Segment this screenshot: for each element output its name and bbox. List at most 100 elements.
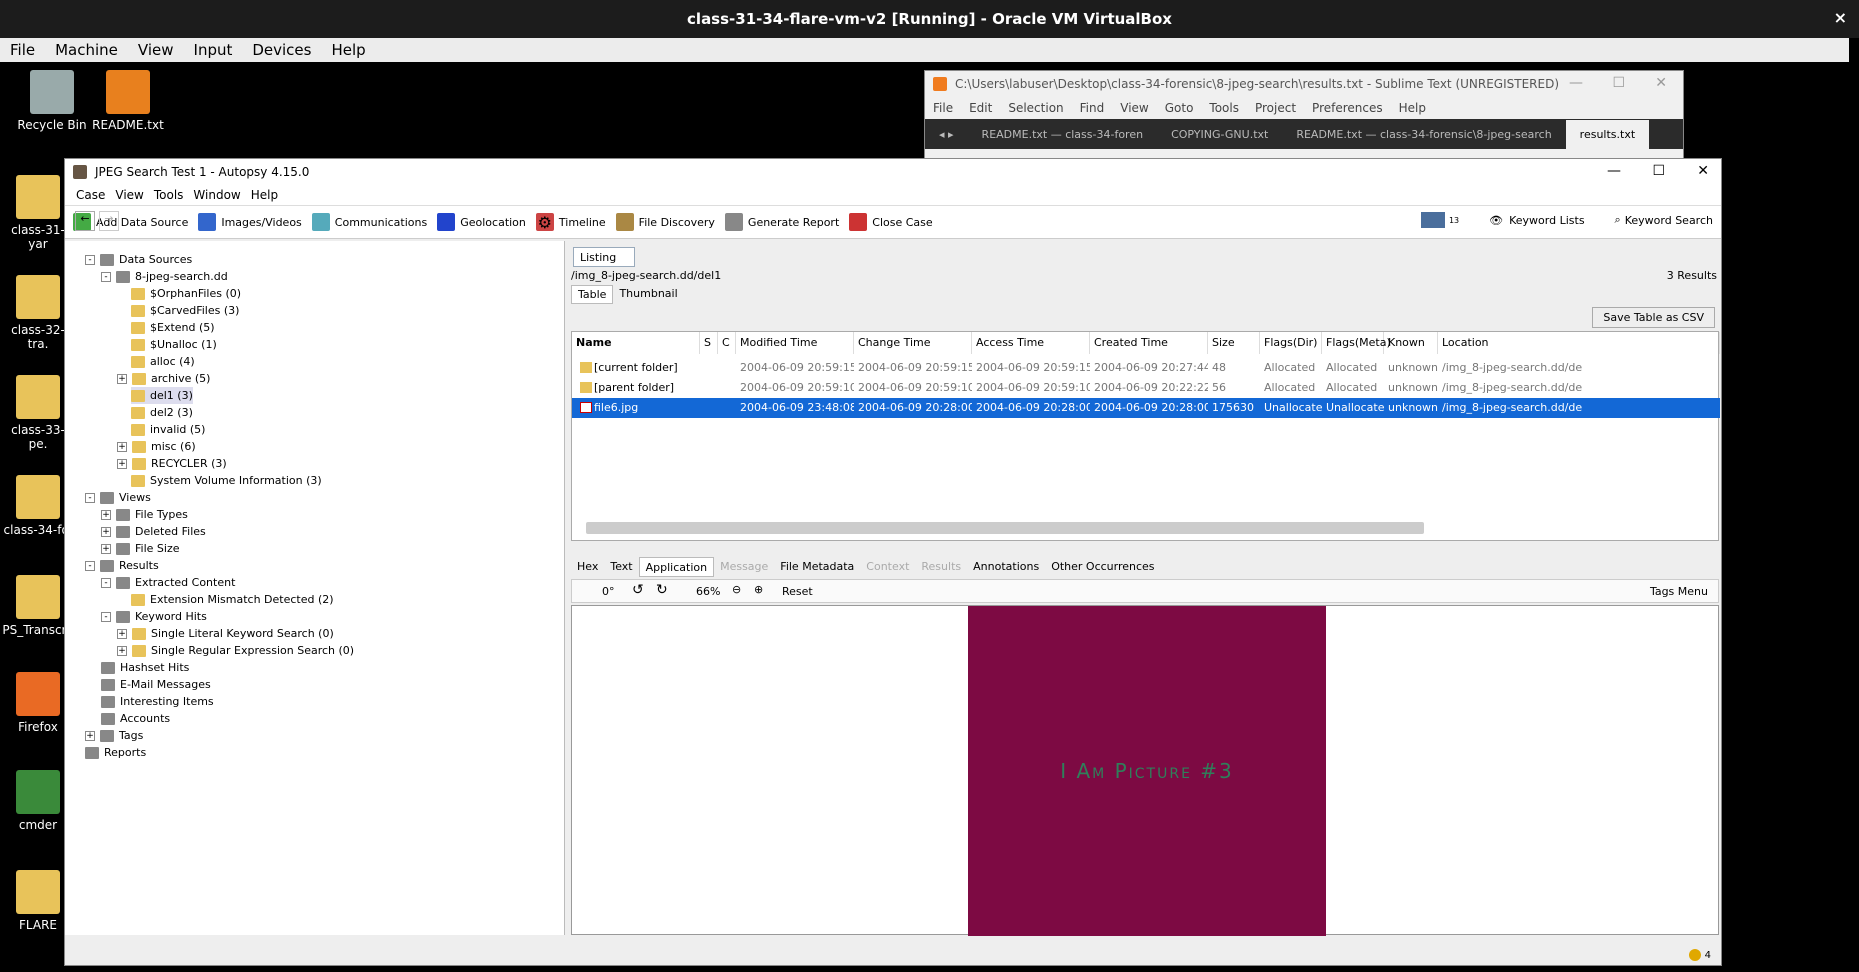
- sublime-menu-item[interactable]: View: [1112, 101, 1156, 115]
- tree-node[interactable]: + RECYCLER (3): [117, 455, 227, 472]
- notification-icon[interactable]: [1688, 949, 1701, 961]
- expand-toggle-icon[interactable]: +: [101, 543, 111, 554]
- keyword-search-button[interactable]: Keyword Search: [1625, 214, 1713, 227]
- close-icon[interactable]: ×: [1834, 8, 1847, 27]
- zoom-out-icon[interactable]: ⊖: [732, 583, 741, 596]
- viewer-tab[interactable]: Context: [860, 557, 915, 577]
- vbox-menu-file[interactable]: File: [0, 41, 45, 59]
- expand-toggle-icon[interactable]: +: [117, 373, 127, 384]
- sublime-tab[interactable]: README.txt — class-34-forensic\8-jpeg-se…: [1282, 128, 1565, 141]
- tree-node[interactable]: del1 (3): [131, 387, 193, 404]
- tree-node[interactable]: - 8-jpeg-search.dd: [101, 268, 228, 285]
- zoom-in-icon[interactable]: ⊕: [754, 583, 763, 596]
- column-header[interactable]: Known: [1384, 332, 1438, 354]
- expand-toggle-icon[interactable]: +: [85, 730, 95, 741]
- maximize-icon[interactable]: ☐: [1652, 163, 1665, 179]
- tree-node[interactable]: - Views: [85, 489, 151, 506]
- tree-node[interactable]: + Deleted Files: [101, 523, 206, 540]
- sublime-menu-item[interactable]: Help: [1391, 101, 1434, 115]
- tab-nav-arrows-icon[interactable]: ◂ ▸: [925, 128, 968, 141]
- sublime-tab[interactable]: COPYING-GNU.txt: [1157, 128, 1282, 141]
- sublime-menu-item[interactable]: Project: [1247, 101, 1304, 115]
- column-header[interactable]: C: [718, 332, 736, 354]
- close-icon[interactable]: ✕: [1655, 75, 1667, 91]
- tree-node[interactable]: + misc (6): [117, 438, 196, 455]
- close-icon[interactable]: ✕: [1697, 163, 1709, 179]
- close-case-button[interactable]: Close Case: [849, 213, 933, 231]
- vbox-menu-input[interactable]: Input: [184, 41, 243, 59]
- horizontal-scrollbar[interactable]: [586, 522, 1424, 534]
- desktop-icon[interactable]: Recycle Bin: [16, 70, 88, 132]
- save-table-csv-button[interactable]: Save Table as CSV: [1592, 307, 1715, 328]
- tree-node[interactable]: $CarvedFiles (3): [131, 302, 239, 319]
- tree-node[interactable]: Extension Mismatch Detected (2): [131, 591, 334, 608]
- back-arrow-icon[interactable]: ←: [75, 211, 95, 231]
- viewer-tab[interactable]: Results: [915, 557, 967, 577]
- tree-node[interactable]: $Extend (5): [131, 319, 215, 336]
- tree-node[interactable]: - Results: [85, 557, 159, 574]
- column-header[interactable]: S: [700, 332, 718, 354]
- reset-button[interactable]: Reset: [782, 585, 813, 598]
- viewer-tab[interactable]: Text: [604, 557, 638, 577]
- minimize-icon[interactable]: —: [1569, 75, 1583, 91]
- expand-toggle-icon[interactable]: +: [117, 628, 127, 639]
- geolocation-button[interactable]: Geolocation: [437, 213, 526, 231]
- expand-toggle-icon[interactable]: -: [85, 492, 95, 503]
- tree-node[interactable]: + Tags: [85, 727, 143, 744]
- column-header[interactable]: Access Time: [972, 332, 1090, 354]
- sublime-menu-item[interactable]: Goto: [1157, 101, 1202, 115]
- vbox-menu-machine[interactable]: Machine: [45, 41, 128, 59]
- autopsy-menu-item[interactable]: Help: [246, 188, 283, 202]
- tree-node[interactable]: E-Mail Messages: [101, 676, 211, 693]
- expand-toggle-icon[interactable]: -: [85, 560, 95, 571]
- sublime-menu-item[interactable]: Preferences: [1304, 101, 1391, 115]
- mail-icon[interactable]: [1420, 212, 1445, 228]
- tree-node[interactable]: invalid (5): [131, 421, 205, 438]
- generate-report-button[interactable]: Generate Report: [724, 213, 839, 231]
- tree-node[interactable]: - Data Sources: [85, 251, 192, 268]
- expand-toggle-icon[interactable]: +: [101, 509, 111, 520]
- tree-node[interactable]: Interesting Items: [101, 693, 214, 710]
- viewer-tab[interactable]: Message: [714, 557, 774, 577]
- tree-node[interactable]: $OrphanFiles (0): [131, 285, 241, 302]
- tree-node[interactable]: + File Types: [101, 506, 188, 523]
- column-header[interactable]: Name: [572, 332, 700, 354]
- keyword-lists-button[interactable]: Keyword Lists: [1509, 214, 1584, 227]
- expand-toggle-icon[interactable]: +: [117, 458, 127, 469]
- rotation-value[interactable]: 0°: [602, 585, 615, 598]
- sublime-menu-item[interactable]: Tools: [1201, 101, 1247, 115]
- viewer-tab[interactable]: Application: [638, 557, 715, 577]
- column-header[interactable]: Created Time: [1090, 332, 1208, 354]
- expand-toggle-icon[interactable]: +: [117, 645, 127, 656]
- tags-menu-button[interactable]: Tags Menu: [1650, 585, 1708, 598]
- column-header[interactable]: Modified Time: [736, 332, 854, 354]
- expand-toggle-icon[interactable]: -: [101, 611, 111, 622]
- sublime-tab[interactable]: results.txt: [1565, 119, 1650, 149]
- rotate-left-icon[interactable]: ↺: [632, 582, 644, 598]
- viewer-tab[interactable]: Hex: [571, 557, 604, 577]
- tree-node[interactable]: + Single Literal Keyword Search (0): [117, 625, 334, 642]
- rotate-right-icon[interactable]: ↻: [656, 582, 668, 598]
- sublime-menu-item[interactable]: Edit: [961, 101, 1000, 115]
- images-videos-button[interactable]: Images/Videos: [198, 213, 302, 231]
- autopsy-menu-item[interactable]: Tools: [149, 188, 189, 202]
- tree-node[interactable]: + archive (5): [117, 370, 210, 387]
- tree-node[interactable]: alloc (4): [131, 353, 195, 370]
- tree-node[interactable]: - Keyword Hits: [101, 608, 207, 625]
- viewer-tab[interactable]: Other Occurrences: [1045, 557, 1160, 577]
- minimize-icon[interactable]: —: [1607, 163, 1621, 179]
- tab-thumbnail[interactable]: Thumbnail: [613, 285, 683, 304]
- tree-node[interactable]: Reports: [85, 744, 146, 761]
- vbox-menu-view[interactable]: View: [128, 41, 184, 59]
- autopsy-menu-item[interactable]: View: [110, 188, 148, 202]
- column-header[interactable]: Location: [1438, 332, 1720, 354]
- maximize-icon[interactable]: ☐: [1612, 75, 1625, 91]
- expand-toggle-icon[interactable]: +: [101, 526, 111, 537]
- listing-tab[interactable]: Listing: [573, 247, 635, 267]
- column-header[interactable]: Size: [1208, 332, 1260, 354]
- column-header[interactable]: Flags(Meta): [1322, 332, 1391, 354]
- tree-node[interactable]: del2 (3): [131, 404, 193, 421]
- column-header[interactable]: Flags(Dir): [1260, 332, 1322, 354]
- forward-arrow-icon[interactable]: →: [99, 211, 119, 231]
- sublime-menu-item[interactable]: File: [925, 101, 961, 115]
